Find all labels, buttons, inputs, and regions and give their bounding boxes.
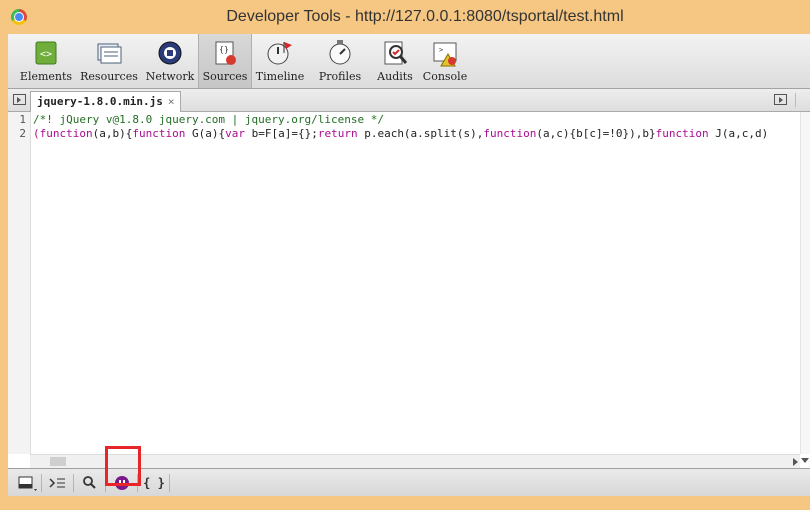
profiles-icon [329, 40, 351, 65]
elements-icon: <> [35, 41, 57, 65]
tab-network[interactable]: Network [144, 34, 196, 88]
line-gutter: 1 2 [8, 112, 31, 454]
code-token: b=F[a]={}; [244, 127, 318, 140]
pause-icon [115, 476, 129, 490]
code-token: (a,c){b[c]=!0}),b} [536, 127, 656, 140]
tab-audits[interactable]: Audits [372, 34, 418, 88]
pause-on-exceptions-button[interactable] [110, 472, 134, 494]
code-token: function [483, 127, 537, 140]
show-navigator-icon[interactable] [13, 94, 26, 105]
line-number[interactable]: 1 [19, 113, 26, 126]
code-token: ( [33, 127, 40, 140]
show-debugger-icon[interactable] [774, 94, 787, 105]
window-title: Developer Tools - http://127.0.0.1:8080/… [226, 8, 624, 25]
code-token: return [317, 127, 358, 140]
dock-icon [18, 476, 37, 491]
tab-label: Elements [19, 70, 73, 83]
timeline-icon [267, 42, 292, 65]
svg-text:{}: {} [219, 45, 229, 54]
title-bar[interactable]: Developer Tools - http://127.0.0.1:8080/… [0, 0, 810, 34]
sources-icon: {} [215, 41, 236, 65]
tab-profiles[interactable]: Profiles [314, 34, 366, 88]
tab-label: Sources [202, 70, 248, 83]
code-token: function [132, 127, 186, 140]
code-token: var [225, 127, 245, 140]
code-editor[interactable]: 1 2 /*! jQuery v@1.8.0 jquery.com | jque… [8, 112, 800, 454]
audits-icon [384, 41, 408, 65]
svg-text:<>: <> [40, 49, 52, 60]
devtools-client: <> Elements Resources Network {} Sources… [8, 34, 810, 496]
show-console-button[interactable] [46, 472, 70, 494]
divider [73, 474, 74, 492]
code-token: function [655, 127, 709, 140]
tab-label: Audits [377, 70, 413, 83]
network-icon [158, 41, 182, 65]
svg-text:>: > [439, 46, 443, 54]
dock-button[interactable] [14, 472, 38, 494]
search-icon [83, 476, 96, 489]
window-frame-left [0, 0, 8, 510]
tab-elements[interactable]: <> Elements [18, 34, 74, 88]
search-button[interactable] [78, 472, 102, 494]
tab-resources[interactable]: Resources [78, 34, 140, 88]
sources-tab-bar: jquery-1.8.0.min.js × [8, 89, 810, 112]
code-token: G(a){ [185, 127, 226, 140]
divider [169, 474, 170, 492]
tab-label: Console [422, 70, 468, 83]
console-prompt-icon [49, 478, 65, 488]
code-line-1: /*! jQuery v@1.8.0 jquery.com | jquery.o… [33, 113, 384, 126]
scroll-thumb[interactable] [50, 457, 66, 466]
file-tab[interactable]: jquery-1.8.0.min.js × [30, 91, 182, 112]
code-token: p.each(a.split(s), [357, 127, 484, 140]
horizontal-scrollbar[interactable] [30, 454, 800, 468]
file-tab-label: jquery-1.8.0.min.js [37, 95, 163, 108]
window-frame-bottom [0, 496, 810, 510]
console-icon: > [433, 42, 457, 67]
code-line-2: (function(a,b){function G(a){var b=F[a]=… [33, 127, 768, 141]
code-token: function [39, 127, 93, 140]
resources-icon [97, 43, 122, 64]
tab-label: Profiles [318, 70, 362, 83]
tab-sources[interactable]: {} Sources [198, 34, 252, 88]
panel-toolbar: <> Elements Resources Network {} Sources… [8, 34, 810, 89]
scroll-down-icon[interactable] [801, 458, 809, 463]
tab-console[interactable]: > Console [420, 34, 470, 88]
code-token: (a,b){ [92, 127, 133, 140]
vertical-scrollbar[interactable] [800, 112, 810, 454]
tab-timeline[interactable]: Timeline [254, 34, 306, 88]
line-number[interactable]: 2 [19, 127, 26, 140]
divider [105, 474, 106, 492]
code-token: J(a,c,d) [708, 127, 769, 140]
tab-label: Network [145, 70, 195, 83]
tab-label: Timeline [255, 70, 305, 83]
devtools-window: Developer Tools - http://127.0.0.1:8080/… [0, 0, 810, 510]
divider [137, 474, 138, 492]
scroll-right-icon[interactable] [793, 458, 798, 466]
divider [41, 474, 42, 492]
pretty-print-button[interactable]: { } [142, 472, 166, 494]
tab-label: Resources [80, 70, 138, 83]
close-tab-icon[interactable]: × [168, 95, 175, 108]
status-bar: { } [8, 468, 810, 496]
divider [795, 93, 796, 107]
